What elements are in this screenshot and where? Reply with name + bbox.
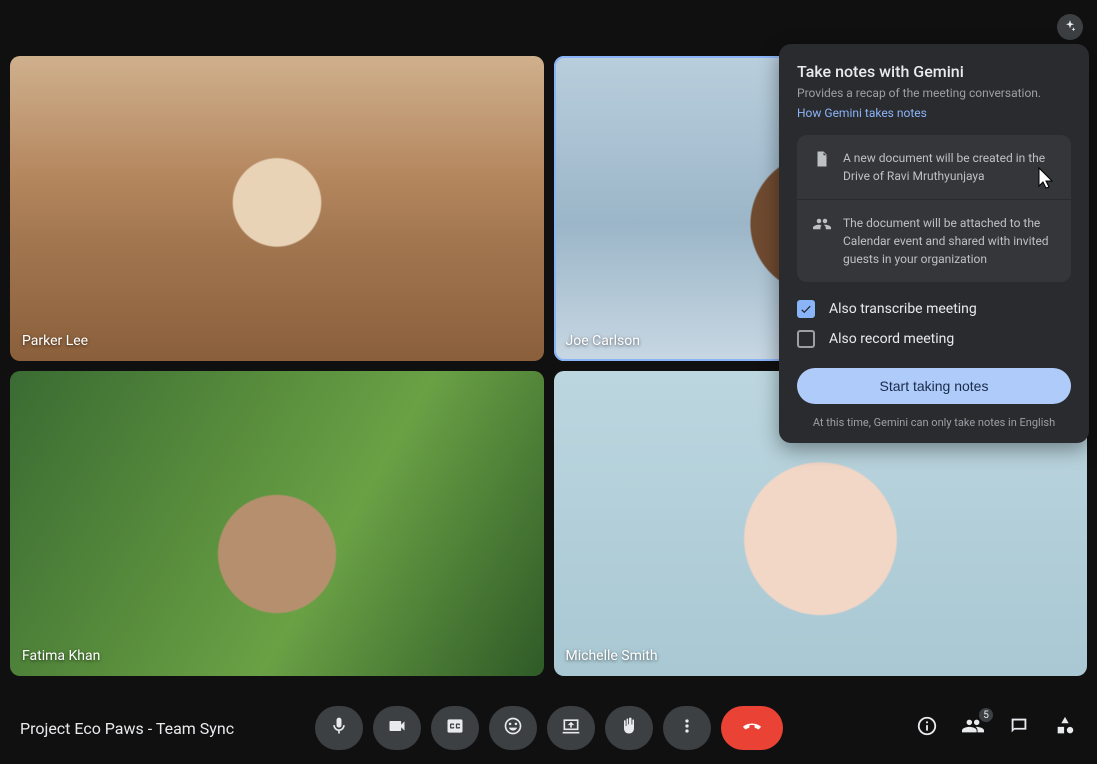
participant-tile[interactable]: Parker Lee (10, 56, 544, 361)
document-icon (813, 149, 831, 185)
participant-name: Parker Lee (22, 333, 88, 349)
chat-icon (1008, 715, 1030, 741)
panel-title: Take notes with Gemini (797, 62, 1071, 81)
reactions-button[interactable] (489, 706, 537, 750)
participant-name: Joe Carlson (566, 333, 640, 349)
end-call-icon (742, 716, 762, 740)
start-taking-notes-button[interactable]: Start taking notes (797, 368, 1071, 404)
info-text: A new document will be created in the Dr… (843, 149, 1055, 185)
shapes-icon (1054, 715, 1076, 741)
checkbox-transcribe[interactable]: Also transcribe meeting (797, 300, 1071, 318)
info-icon (916, 715, 938, 741)
more-options-button[interactable] (663, 706, 711, 750)
raise-hand-icon (619, 716, 639, 740)
info-row-drive: A new document will be created in the Dr… (797, 135, 1071, 199)
panel-subtitle: Provides a recap of the meeting conversa… (797, 85, 1071, 102)
call-controls (315, 706, 783, 750)
info-row-calendar: The document will be attached to the Cal… (797, 199, 1071, 282)
microphone-icon (329, 716, 349, 740)
meeting-details-button[interactable] (915, 716, 939, 740)
present-button[interactable] (547, 706, 595, 750)
meeting-title: Project Eco Paws - Team Sync (20, 719, 234, 738)
leave-call-button[interactable] (721, 706, 783, 750)
checkbox-record[interactable]: Also record meeting (797, 330, 1071, 348)
participant-tile[interactable]: Fatima Khan (10, 371, 544, 676)
participant-name: Fatima Khan (22, 648, 100, 664)
camera-icon (387, 716, 407, 740)
present-screen-icon (561, 716, 581, 740)
mic-button[interactable] (315, 706, 363, 750)
people-button[interactable]: 5 (961, 716, 985, 740)
people-share-icon (813, 214, 831, 268)
panel-help-link[interactable]: How Gemini takes notes (797, 106, 927, 120)
captions-icon (445, 716, 465, 740)
more-vertical-icon (677, 716, 697, 740)
gemini-badge[interactable] (1057, 14, 1083, 40)
checkbox-icon (797, 330, 815, 348)
right-icon-group: 5 (915, 716, 1077, 740)
emoji-icon (503, 716, 523, 740)
info-box: A new document will be created in the Dr… (797, 135, 1071, 282)
info-text: The document will be attached to the Cal… (843, 214, 1055, 268)
raise-hand-button[interactable] (605, 706, 653, 750)
checkbox-icon (797, 300, 815, 318)
gemini-notes-panel: Take notes with Gemini Provides a recap … (779, 44, 1089, 443)
participant-name: Michelle Smith (566, 648, 658, 664)
checkbox-label: Also transcribe meeting (829, 301, 977, 317)
checkbox-label: Also record meeting (829, 331, 954, 347)
panel-disclaimer: At this time, Gemini can only take notes… (797, 416, 1071, 429)
sparkle-icon (1063, 18, 1077, 37)
camera-button[interactable] (373, 706, 421, 750)
participant-count-badge: 5 (979, 708, 993, 722)
chat-button[interactable] (1007, 716, 1031, 740)
activities-button[interactable] (1053, 716, 1077, 740)
captions-button[interactable] (431, 706, 479, 750)
